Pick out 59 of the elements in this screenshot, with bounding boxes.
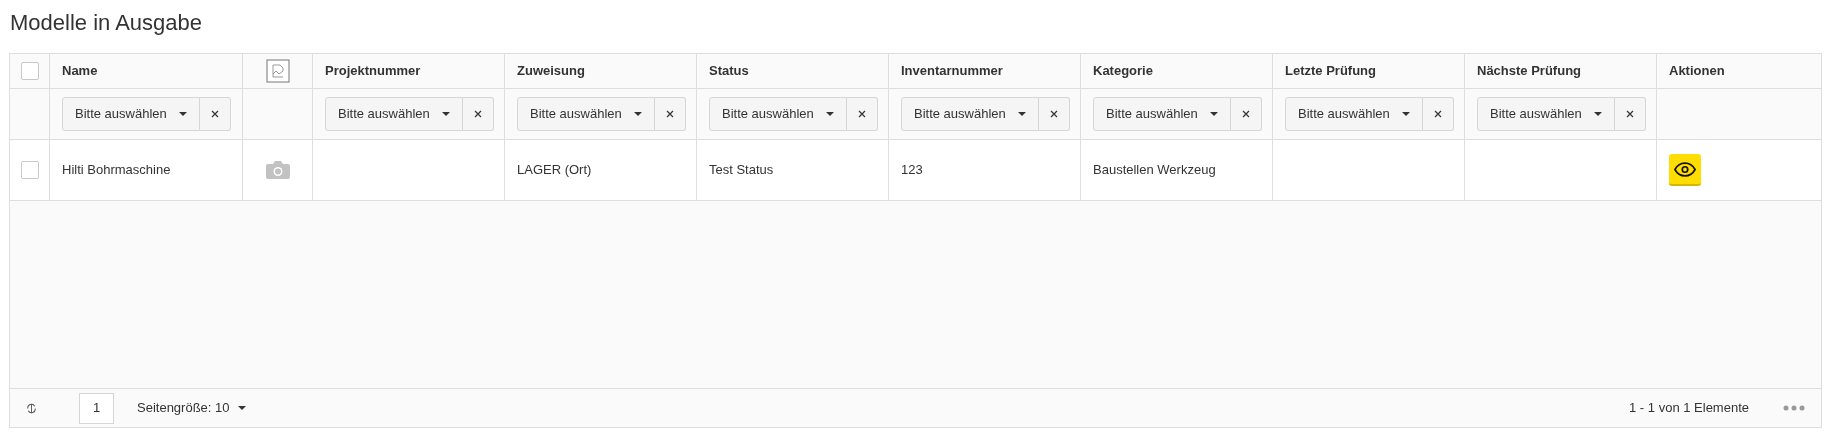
broken-image-icon bbox=[265, 59, 290, 83]
close-icon bbox=[1433, 110, 1442, 118]
page-number[interactable]: 1 bbox=[79, 392, 114, 424]
checkbox[interactable] bbox=[20, 62, 39, 80]
column-header[interactable]: Status bbox=[709, 61, 749, 81]
column-header[interactable]: Zuweisung bbox=[517, 61, 585, 81]
close-icon bbox=[1049, 110, 1058, 118]
table-cell-text: 123 bbox=[901, 161, 923, 180]
column-header[interactable]: Letzte Prüfung bbox=[1285, 61, 1376, 81]
caret-icon bbox=[1401, 112, 1410, 116]
filter-dropdown[interactable]: Bitte auswählen bbox=[1477, 97, 1615, 131]
caret-icon bbox=[1017, 112, 1026, 116]
filter-dropdown[interactable]: Bitte auswählen bbox=[901, 97, 1039, 131]
eye-icon bbox=[1674, 161, 1696, 177]
caret-icon bbox=[1209, 112, 1218, 116]
close-icon bbox=[210, 110, 219, 118]
table-cell-text: Hilti Bohrmaschine bbox=[62, 161, 171, 180]
caret-icon bbox=[825, 112, 834, 116]
caret-icon bbox=[178, 112, 187, 116]
column-header[interactable]: Kategorie bbox=[1093, 61, 1153, 81]
filter-dropdown[interactable]: Bitte auswählen bbox=[62, 97, 200, 131]
more-icon[interactable] bbox=[1783, 405, 1805, 411]
close-icon bbox=[1625, 110, 1634, 118]
view-button[interactable] bbox=[1669, 154, 1701, 186]
table-cell-text: LAGER (Ort) bbox=[517, 161, 592, 180]
clear-filter-button[interactable] bbox=[1614, 97, 1646, 131]
filter-dropdown[interactable]: Bitte auswählen bbox=[1093, 97, 1231, 131]
page-size-dropdown[interactable]: Seitengröße: 10 bbox=[137, 398, 246, 418]
clear-filter-button[interactable] bbox=[1038, 97, 1070, 131]
clear-filter-button[interactable] bbox=[1230, 97, 1262, 131]
refresh-icon[interactable] bbox=[26, 402, 37, 414]
pager-summary: 1 - 1 von 1 Elemente bbox=[1629, 399, 1749, 418]
close-icon bbox=[473, 110, 482, 118]
caret-icon bbox=[441, 112, 450, 116]
page-title: Modelle in Ausgabe bbox=[9, 9, 204, 37]
close-icon bbox=[665, 110, 674, 118]
filter-dropdown[interactable]: Bitte auswählen bbox=[517, 97, 655, 131]
column-header[interactable]: Inventarnummer bbox=[901, 61, 1003, 81]
close-icon bbox=[1241, 110, 1250, 118]
column-header[interactable]: Aktionen bbox=[1669, 61, 1725, 81]
caret-icon bbox=[633, 112, 642, 116]
caret-icon bbox=[1593, 112, 1602, 116]
column-header[interactable]: Nächste Prüfung bbox=[1477, 61, 1581, 81]
checkbox[interactable] bbox=[20, 161, 39, 179]
clear-filter-button[interactable] bbox=[1422, 97, 1454, 131]
clear-filter-button[interactable] bbox=[846, 97, 878, 131]
column-header[interactable]: Projektnummer bbox=[325, 61, 421, 81]
table-cell-text: Test Status bbox=[709, 161, 774, 180]
filter-dropdown[interactable]: Bitte auswählen bbox=[325, 97, 463, 131]
filter-dropdown[interactable]: Bitte auswählen bbox=[1285, 97, 1423, 131]
column-header[interactable]: Name bbox=[62, 61, 98, 81]
camera-icon bbox=[264, 160, 291, 180]
table-cell-text: Baustellen Werkzeug bbox=[1093, 161, 1216, 180]
clear-filter-button[interactable] bbox=[199, 97, 231, 131]
clear-filter-button[interactable] bbox=[462, 97, 494, 131]
clear-filter-button[interactable] bbox=[654, 97, 686, 131]
filter-dropdown[interactable]: Bitte auswählen bbox=[709, 97, 847, 131]
close-icon bbox=[857, 110, 866, 118]
caret-icon bbox=[237, 406, 246, 410]
